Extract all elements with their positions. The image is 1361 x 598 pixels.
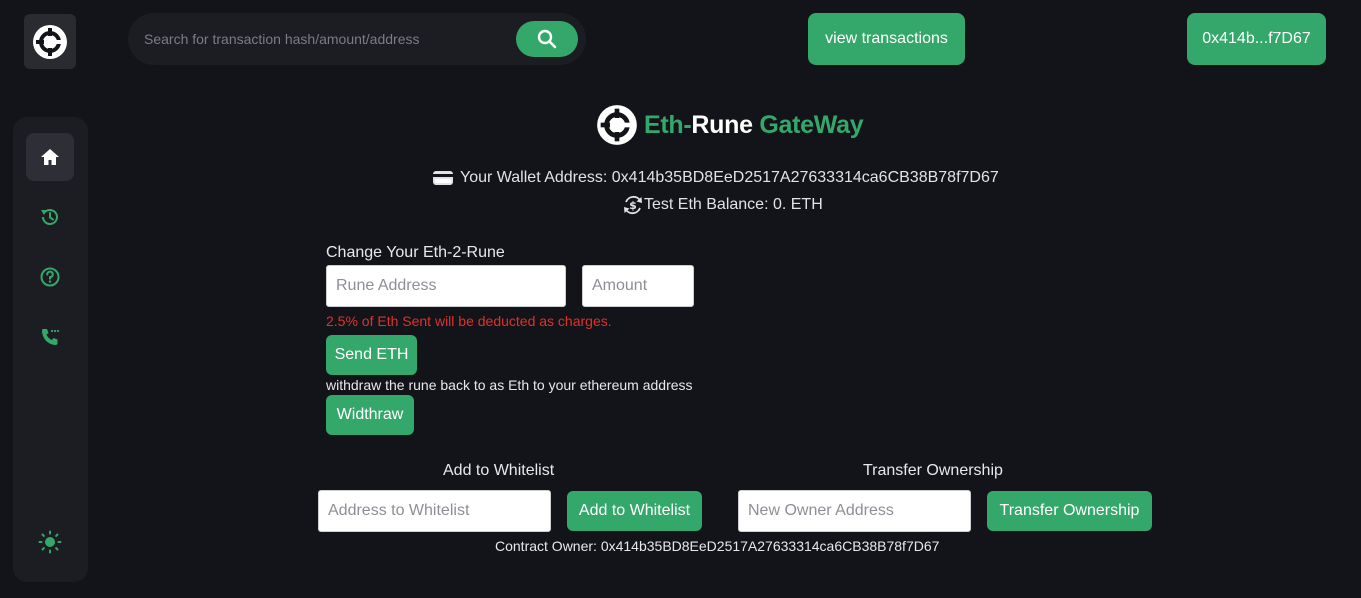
contract-owner: Contract Owner: 0x414b35BD8EeD2517A27633…	[495, 538, 940, 554]
phone-icon	[42, 329, 60, 345]
history-icon	[41, 209, 58, 225]
refresh-balance-icon: $	[624, 195, 642, 215]
svg-text:$: $	[629, 199, 637, 212]
eth-balance: $ Test Eth Balance: 0. ETH	[622, 194, 823, 216]
ownership-heading: Transfer Ownership	[863, 462, 1003, 479]
eth-balance-text: Test Eth Balance: 0. ETH	[644, 196, 823, 213]
sidebar-item-home[interactable]	[26, 133, 74, 181]
sidebar-item-history[interactable]	[26, 193, 74, 241]
search-bar	[128, 13, 586, 65]
withdraw-button[interactable]: Widthraw	[326, 395, 414, 435]
wallet-address: Your Wallet Address: 0x414b35BD8EeD2517A…	[432, 169, 999, 187]
new-owner-input[interactable]	[738, 490, 971, 532]
brand-logo-icon	[597, 105, 637, 145]
charges-warning: 2.5% of Eth Sent will be deducted as cha…	[326, 313, 612, 329]
theme-toggle[interactable]	[26, 518, 74, 566]
wallet-address-text: Your Wallet Address: 0x414b35BD8EeD2517A…	[460, 169, 999, 186]
sidebar-item-help[interactable]	[26, 253, 74, 301]
amount-input[interactable]	[582, 265, 694, 307]
whitelist-heading: Add to Whitelist	[443, 462, 555, 479]
help-icon	[40, 267, 60, 287]
add-to-whitelist-button[interactable]: Add to Whitelist	[567, 491, 702, 531]
search-icon	[537, 29, 557, 49]
page-title: Eth-Rune GateWay	[644, 110, 864, 139]
view-transactions-button[interactable]: view transactions	[808, 13, 965, 65]
exchange-heading: Change Your Eth-2-Rune	[326, 244, 505, 261]
sun-icon	[38, 530, 62, 554]
home-icon	[41, 149, 59, 165]
brand-title: Eth-Rune GateWay	[596, 104, 864, 146]
app-logo[interactable]	[24, 14, 76, 69]
search-button[interactable]	[516, 21, 578, 57]
wallet-icon	[433, 171, 453, 185]
logo-icon	[33, 24, 67, 59]
withdraw-note: withdraw the rune back to as Eth to your…	[326, 377, 693, 393]
send-eth-button[interactable]: Send ETH	[326, 335, 417, 375]
transfer-ownership-button[interactable]: Transfer Ownership	[987, 491, 1152, 531]
search-input[interactable]	[144, 29, 504, 49]
sidebar	[13, 117, 88, 582]
sidebar-item-contact[interactable]	[26, 313, 74, 361]
wallet-button[interactable]: 0x414b...f7D67	[1187, 13, 1326, 65]
rune-address-input[interactable]	[326, 265, 566, 307]
whitelist-address-input[interactable]	[318, 490, 551, 532]
